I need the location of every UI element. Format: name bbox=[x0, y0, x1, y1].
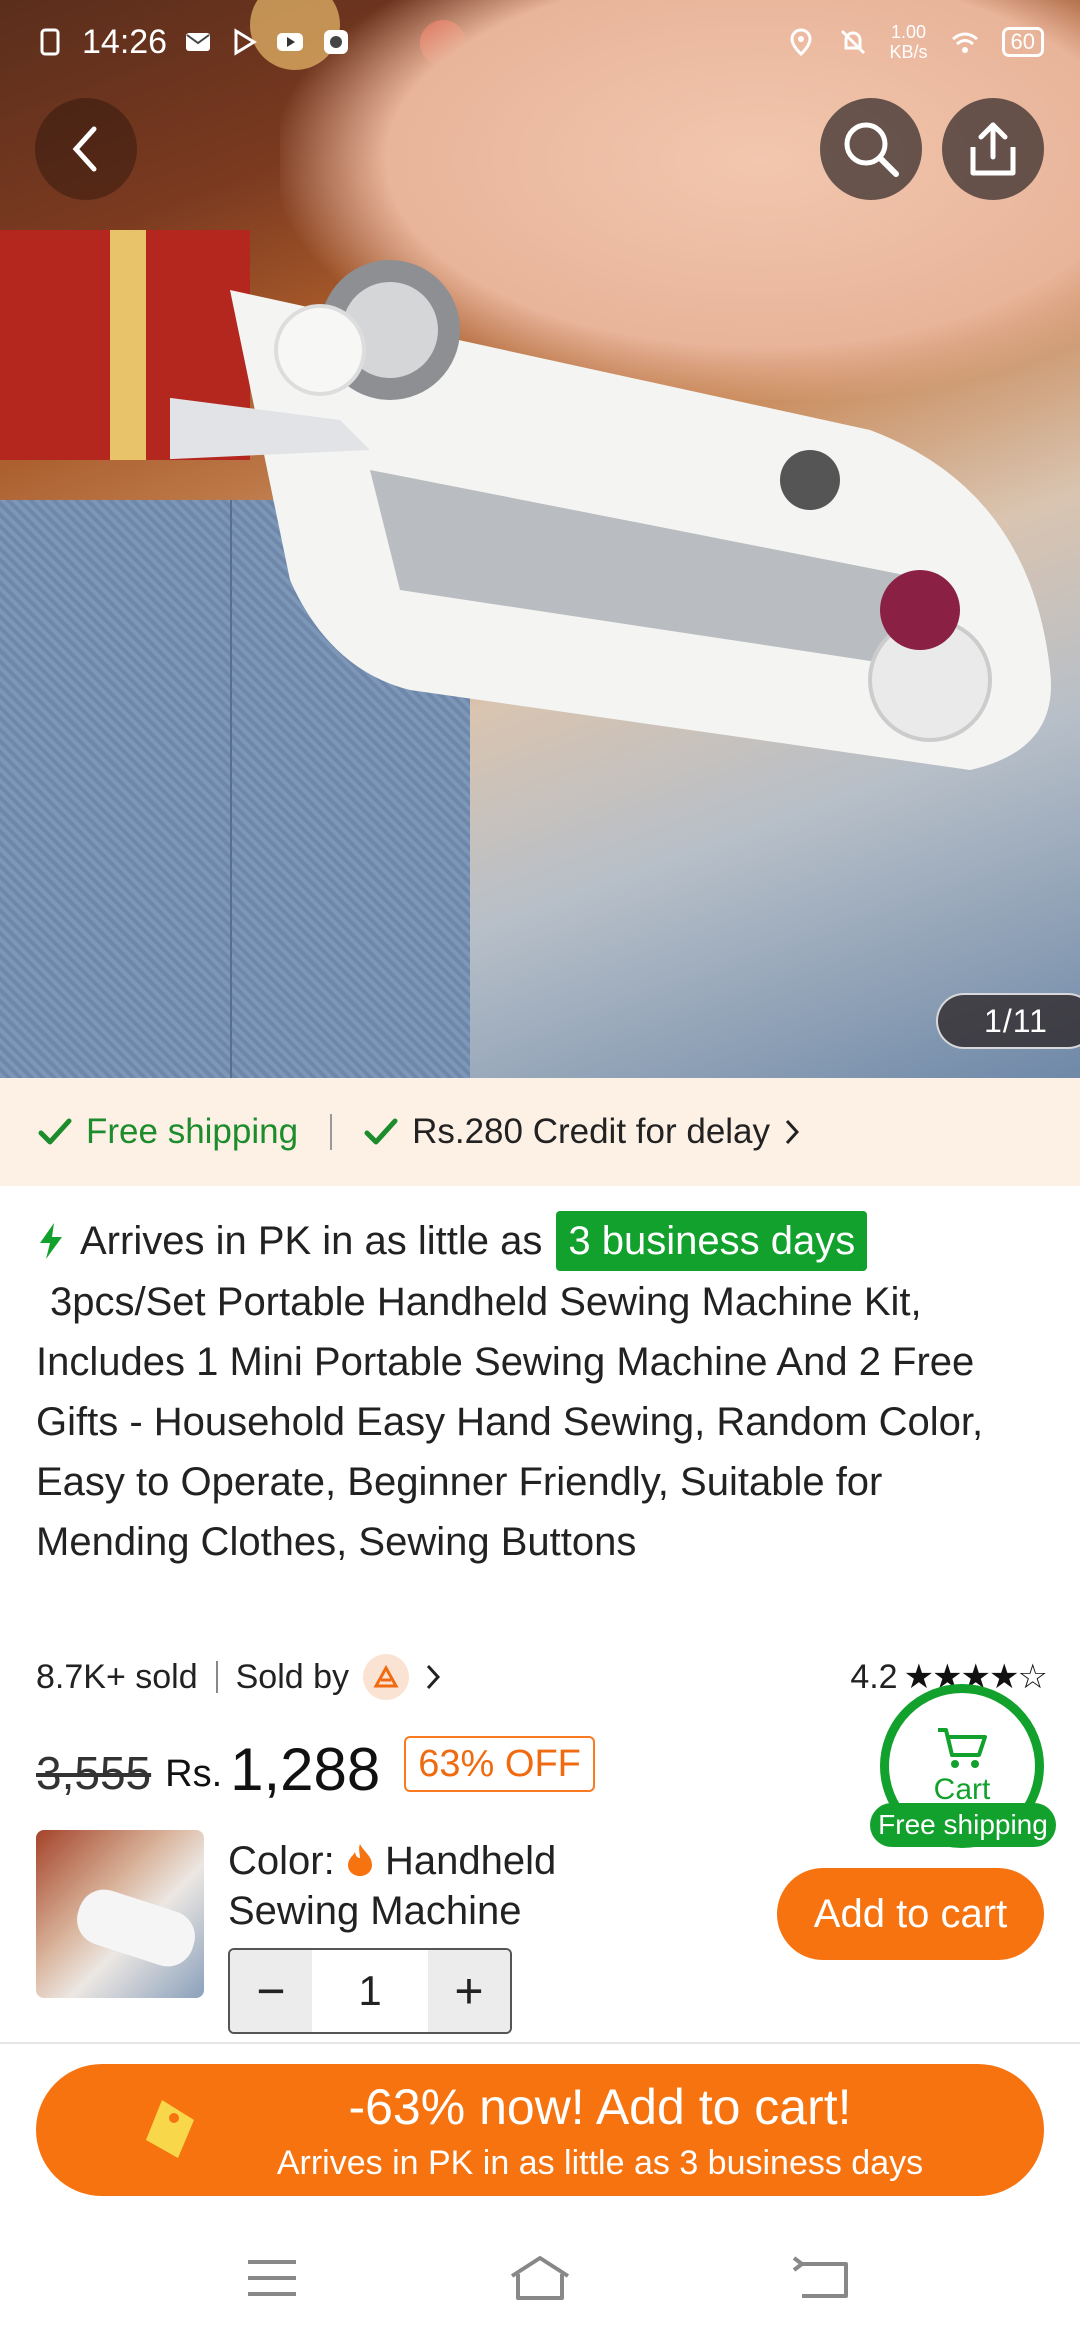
seller-logo-icon bbox=[373, 1665, 399, 1688]
menu-icon[interactable] bbox=[240, 2250, 304, 2306]
sim-icon bbox=[40, 28, 60, 56]
delay-credit-info[interactable]: Rs.280 Credit for delay bbox=[364, 1112, 800, 1152]
color-selector[interactable]: Color: Handheld Sewing Machine bbox=[228, 1836, 628, 1936]
color-label: Color: bbox=[228, 1839, 335, 1883]
wifi-icon bbox=[951, 32, 978, 53]
product-title: 3pcs/Set Portable Handheld Sewing Machin… bbox=[36, 1280, 984, 1564]
status-bar: 14:26 1.00 KB/s 60 bbox=[0, 0, 1080, 84]
shipping-strip[interactable]: Free shipping Rs.280 Credit for delay bbox=[0, 1078, 1080, 1186]
status-time: 14:26 bbox=[82, 22, 168, 61]
variant-thumbnail[interactable] bbox=[36, 1830, 204, 1998]
product-title-block: Arrives in PK in as little as 3 business… bbox=[36, 1210, 1046, 1572]
cart-icon bbox=[938, 1728, 987, 1768]
sold-count: 8.7K+ sold bbox=[36, 1657, 198, 1696]
divider bbox=[330, 1114, 333, 1150]
chevron-right-icon[interactable] bbox=[423, 1662, 443, 1692]
arrival-badge: 3 business days bbox=[556, 1211, 868, 1271]
add-to-cart-button[interactable]: Add to cart bbox=[777, 1868, 1044, 1960]
divider bbox=[215, 1661, 218, 1693]
chevron-right-icon bbox=[785, 1119, 800, 1145]
cart-free-shipping-badge: Free shipping bbox=[870, 1803, 1056, 1847]
quantity-value[interactable]: 1 bbox=[312, 1950, 428, 2032]
rating-value: 4.2 bbox=[850, 1657, 898, 1696]
increase-button[interactable]: + bbox=[428, 1950, 510, 2032]
cart-label: Cart bbox=[933, 1773, 991, 1806]
product-meta-row: 8.7K+ sold Sold by 4.2 ★★★★☆ bbox=[36, 1652, 1048, 1702]
arrival-text: Arrives in PK in as little as bbox=[80, 1219, 543, 1263]
youtube-icon bbox=[277, 33, 304, 51]
location-icon bbox=[789, 28, 812, 57]
home-icon[interactable] bbox=[508, 2250, 572, 2306]
sold-by-label[interactable]: Sold by bbox=[236, 1658, 349, 1697]
lightning-icon bbox=[40, 1223, 62, 1259]
free-shipping-info: Free shipping bbox=[38, 1112, 298, 1152]
sewing-machine bbox=[170, 260, 1051, 770]
check-icon bbox=[364, 1118, 398, 1145]
quantity-stepper[interactable]: − 1 + bbox=[228, 1948, 512, 2034]
thumbnail-machine bbox=[70, 1882, 202, 1974]
app-notification-icon bbox=[324, 30, 349, 54]
battery-indicator: 60 bbox=[1001, 27, 1044, 57]
back-button[interactable] bbox=[35, 98, 137, 200]
price-row: 3,555 Rs. 1,288 63% OFF bbox=[36, 1730, 595, 1800]
cta-subline: Arrives in PK in as little as 3 business… bbox=[276, 2144, 924, 2182]
chevron-left-icon bbox=[72, 126, 97, 172]
play-store-icon bbox=[234, 28, 257, 56]
bottom-add-to-cart-banner[interactable]: -63% now! Add to cart! Arrives in PK in … bbox=[36, 2064, 1044, 2196]
mute-bell-icon bbox=[840, 29, 865, 55]
fire-icon bbox=[347, 1844, 372, 1876]
free-shipping-label: Free shipping bbox=[86, 1112, 299, 1151]
share-button[interactable] bbox=[942, 98, 1044, 200]
currency: Rs. bbox=[165, 1753, 223, 1795]
divider bbox=[0, 2042, 1080, 2044]
search-icon bbox=[844, 122, 899, 177]
mail-icon bbox=[186, 33, 211, 51]
cta-headline: -63% now! Add to cart! bbox=[348, 2079, 852, 2135]
check-icon bbox=[38, 1118, 72, 1145]
share-icon bbox=[970, 122, 1016, 176]
arrival-line: Arrives in PK in as little as 3 business… bbox=[36, 1210, 1046, 1272]
delay-credit-label: Rs.280 Credit for delay bbox=[412, 1112, 771, 1151]
discount-badge: 63% OFF bbox=[404, 1736, 595, 1792]
image-counter: 1/11 bbox=[936, 993, 1080, 1049]
current-price: 1,288 bbox=[230, 1736, 381, 1803]
original-price: 3,555 bbox=[36, 1747, 152, 1799]
decrease-button[interactable]: − bbox=[230, 1950, 312, 2032]
network-speed: 1.00 KB/s bbox=[889, 22, 928, 62]
search-button[interactable] bbox=[820, 98, 922, 200]
system-navigation-bar bbox=[0, 2220, 1080, 2340]
seller-logo[interactable] bbox=[363, 1654, 410, 1700]
back-nav-icon[interactable] bbox=[790, 2250, 854, 2306]
